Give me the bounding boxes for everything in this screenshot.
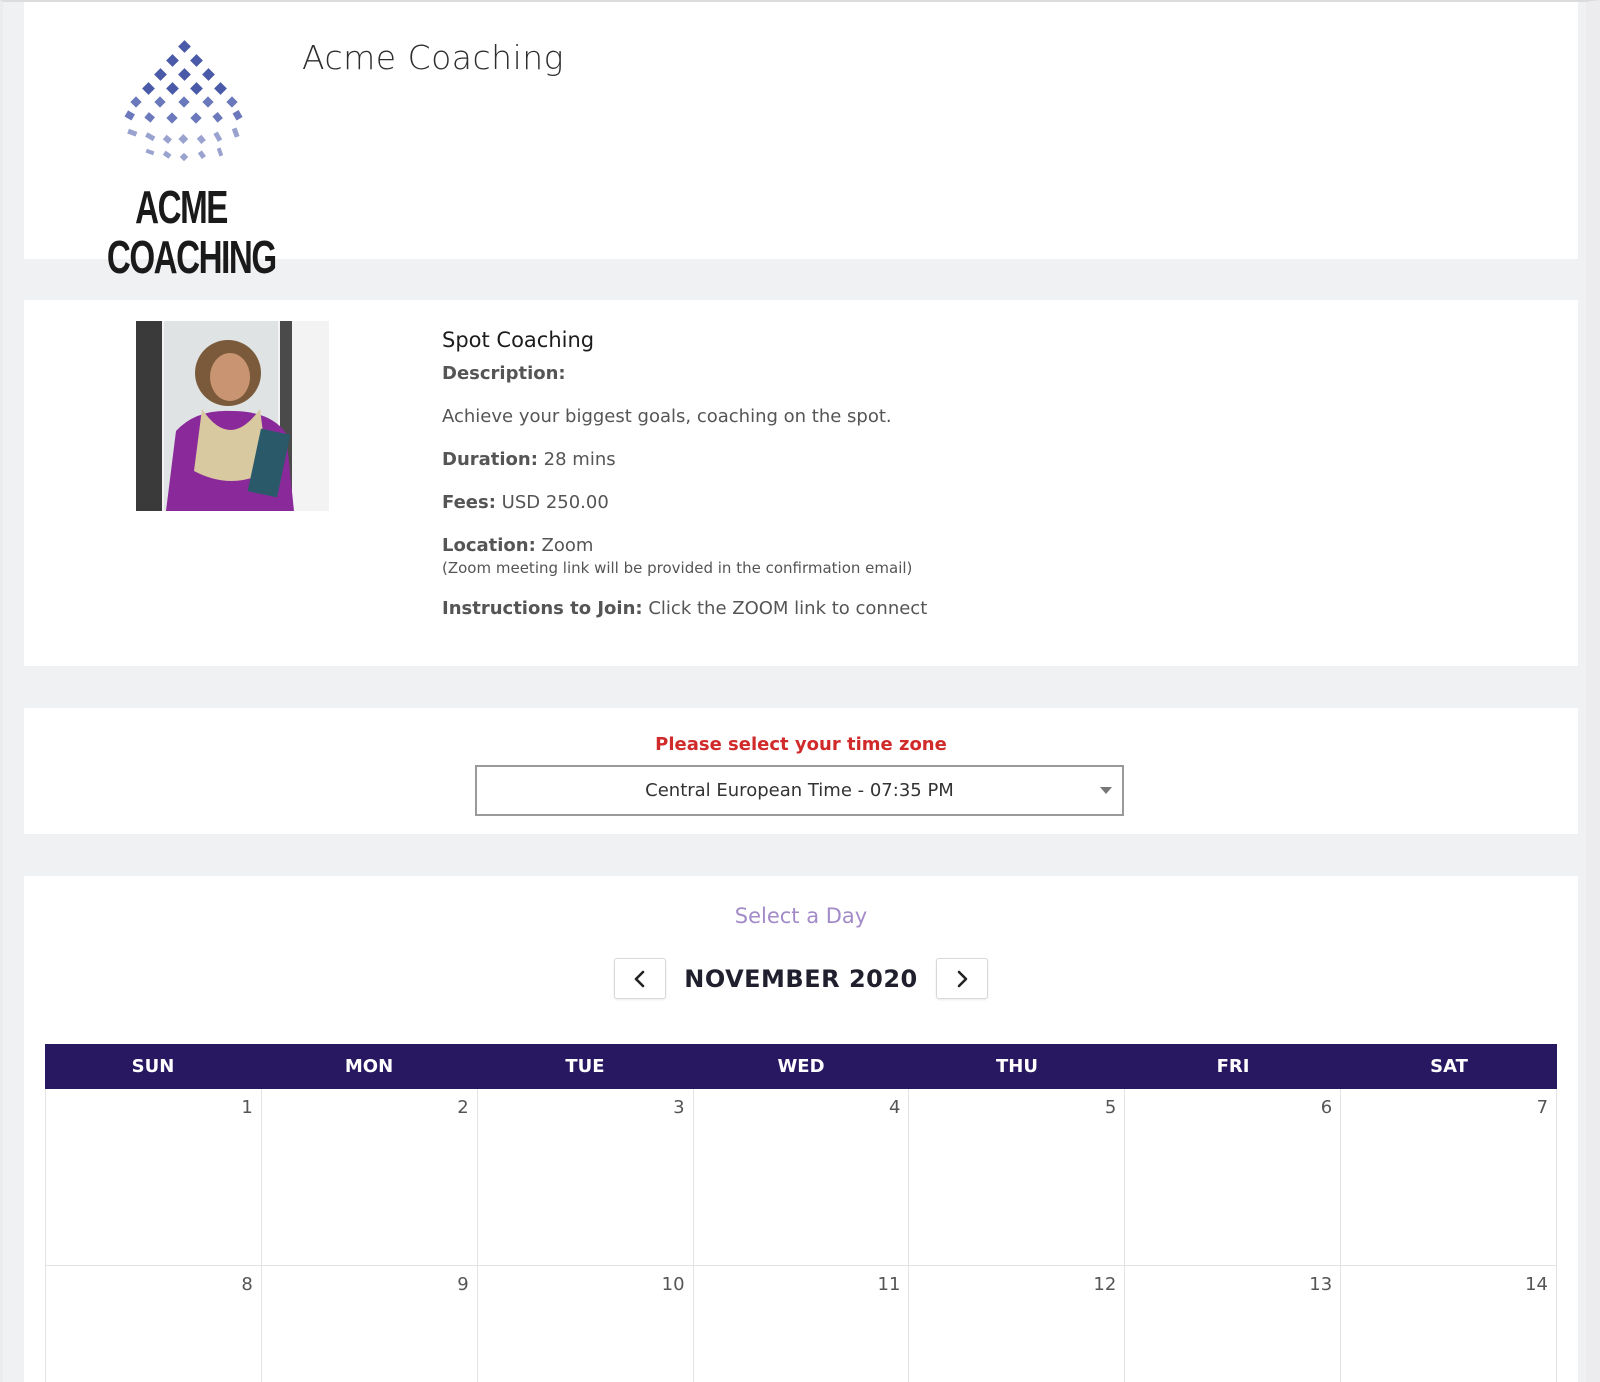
calendar-day[interactable]: 1 <box>45 1089 262 1266</box>
description-text: Achieve your biggest goals, coaching on … <box>442 406 892 427</box>
coach-photo <box>136 321 329 511</box>
calendar-day[interactable]: 4 <box>693 1089 910 1266</box>
day-number: 6 <box>1320 1097 1333 1118</box>
day-number: 2 <box>457 1097 469 1118</box>
weekday-fri: FRI <box>1216 1056 1250 1077</box>
location-label: Location: <box>442 535 536 556</box>
location-value: Zoom <box>541 535 594 556</box>
day-number: 3 <box>673 1097 685 1118</box>
day-number: 10 <box>661 1274 685 1295</box>
calendar-day[interactable]: 6 <box>1125 1089 1342 1266</box>
duration-line: Duration: 28 mins <box>442 448 1342 472</box>
booking-page: ACME COACHING Acme Coaching Spot Coachin… <box>0 0 1600 1382</box>
duration-label: Duration: <box>442 449 538 470</box>
day-number: 7 <box>1536 1097 1549 1118</box>
calendar-caption: Select a Day <box>734 904 868 928</box>
caret-down-icon <box>1100 787 1112 794</box>
weekday-mon: MON <box>344 1056 394 1077</box>
weekday-thu: THU <box>996 1056 1038 1077</box>
calendar-day[interactable]: 7 <box>1341 1089 1558 1266</box>
location-note: (Zoom meeting link will be provided in t… <box>442 559 913 577</box>
day-number: 5 <box>1104 1097 1117 1118</box>
calendar-day[interactable]: 5 <box>909 1089 1126 1266</box>
day-number: 4 <box>888 1097 901 1118</box>
day-number: 9 <box>457 1274 469 1295</box>
instructions-label: Instructions to Join: <box>442 598 643 619</box>
service-card: Spot Coaching Description: Achieve your … <box>24 300 1578 666</box>
next-month-button[interactable] <box>935 958 988 999</box>
instructions-line: Instructions to Join: Click the ZOOM lin… <box>442 597 1342 621</box>
weekday-header: SUN MON TUE WED THU FRI SAT <box>45 1044 1557 1089</box>
weekday-wed: WED <box>777 1056 825 1077</box>
weekday-sat: SAT <box>1430 1056 1468 1077</box>
service-title: Spot Coaching <box>442 328 595 352</box>
calendar-day[interactable]: 14 <box>1341 1266 1558 1382</box>
timezone-card: Please select your time zone Central Eur… <box>24 708 1578 834</box>
calendar-week: 1 2 3 4 5 6 7 <box>45 1089 1558 1266</box>
timezone-prompt: Please select your time zone <box>655 734 947 755</box>
day-number: 13 <box>1309 1274 1333 1295</box>
logo-wordmark: ACME COACHING <box>106 181 277 283</box>
month-navigation: NOVEMBER 2020 <box>24 958 1578 999</box>
timezone-selected-value: Central European Time - 07:35 PM <box>645 780 954 801</box>
calendar-day[interactable]: 2 <box>261 1089 478 1266</box>
fees-value: USD 250.00 <box>501 492 609 513</box>
day-number: 12 <box>1093 1274 1117 1295</box>
fees-label: Fees: <box>442 492 496 513</box>
day-number: 1 <box>241 1097 253 1118</box>
day-number: 8 <box>241 1274 253 1295</box>
company-logo-icon <box>124 40 243 162</box>
calendar-grid: SUN MON TUE WED THU FRI SAT 1 2 3 4 5 6 … <box>45 1044 1558 1382</box>
weekday-tue: TUE <box>565 1056 605 1077</box>
calendar-day[interactable]: 11 <box>694 1266 910 1382</box>
coach-portrait-image <box>136 321 329 511</box>
calendar-day[interactable]: 12 <box>909 1266 1126 1382</box>
calendar-week: 8 9 10 11 12 13 14 <box>45 1266 1558 1382</box>
day-number: 14 <box>1525 1274 1549 1295</box>
weekday-sun: SUN <box>131 1056 175 1077</box>
calendar-day[interactable]: 9 <box>262 1266 478 1382</box>
duration-value: 28 mins <box>543 449 616 470</box>
company-name: Acme Coaching <box>302 38 564 77</box>
calendar-card: Select a Day NOVEMBER 2020 SUN MON TUE W… <box>24 876 1578 1382</box>
description-label: Description: <box>442 363 566 384</box>
location-line: Location: Zoom <box>442 534 1342 558</box>
calendar-day[interactable]: 13 <box>1125 1266 1342 1382</box>
chevron-left-icon <box>634 970 645 987</box>
header-card: ACME COACHING Acme Coaching <box>24 2 1578 282</box>
calendar-day[interactable]: 3 <box>477 1089 694 1266</box>
prev-month-button[interactable] <box>614 958 667 999</box>
fees-line: Fees: USD 250.00 <box>442 491 1342 515</box>
instructions-value: Click the ZOOM link to connect <box>648 598 928 619</box>
calendar-day[interactable]: 10 <box>478 1266 694 1382</box>
description-label-line: Description: <box>442 362 1342 386</box>
timezone-select[interactable]: Central European Time - 07:35 PM <box>475 765 1124 816</box>
month-label: NOVEMBER 2020 <box>684 964 918 993</box>
service-info: Spot Coaching Description: Achieve your … <box>442 328 1342 640</box>
chevron-right-icon <box>957 970 968 987</box>
day-number: 11 <box>877 1274 901 1295</box>
calendar-day[interactable]: 8 <box>45 1266 262 1382</box>
